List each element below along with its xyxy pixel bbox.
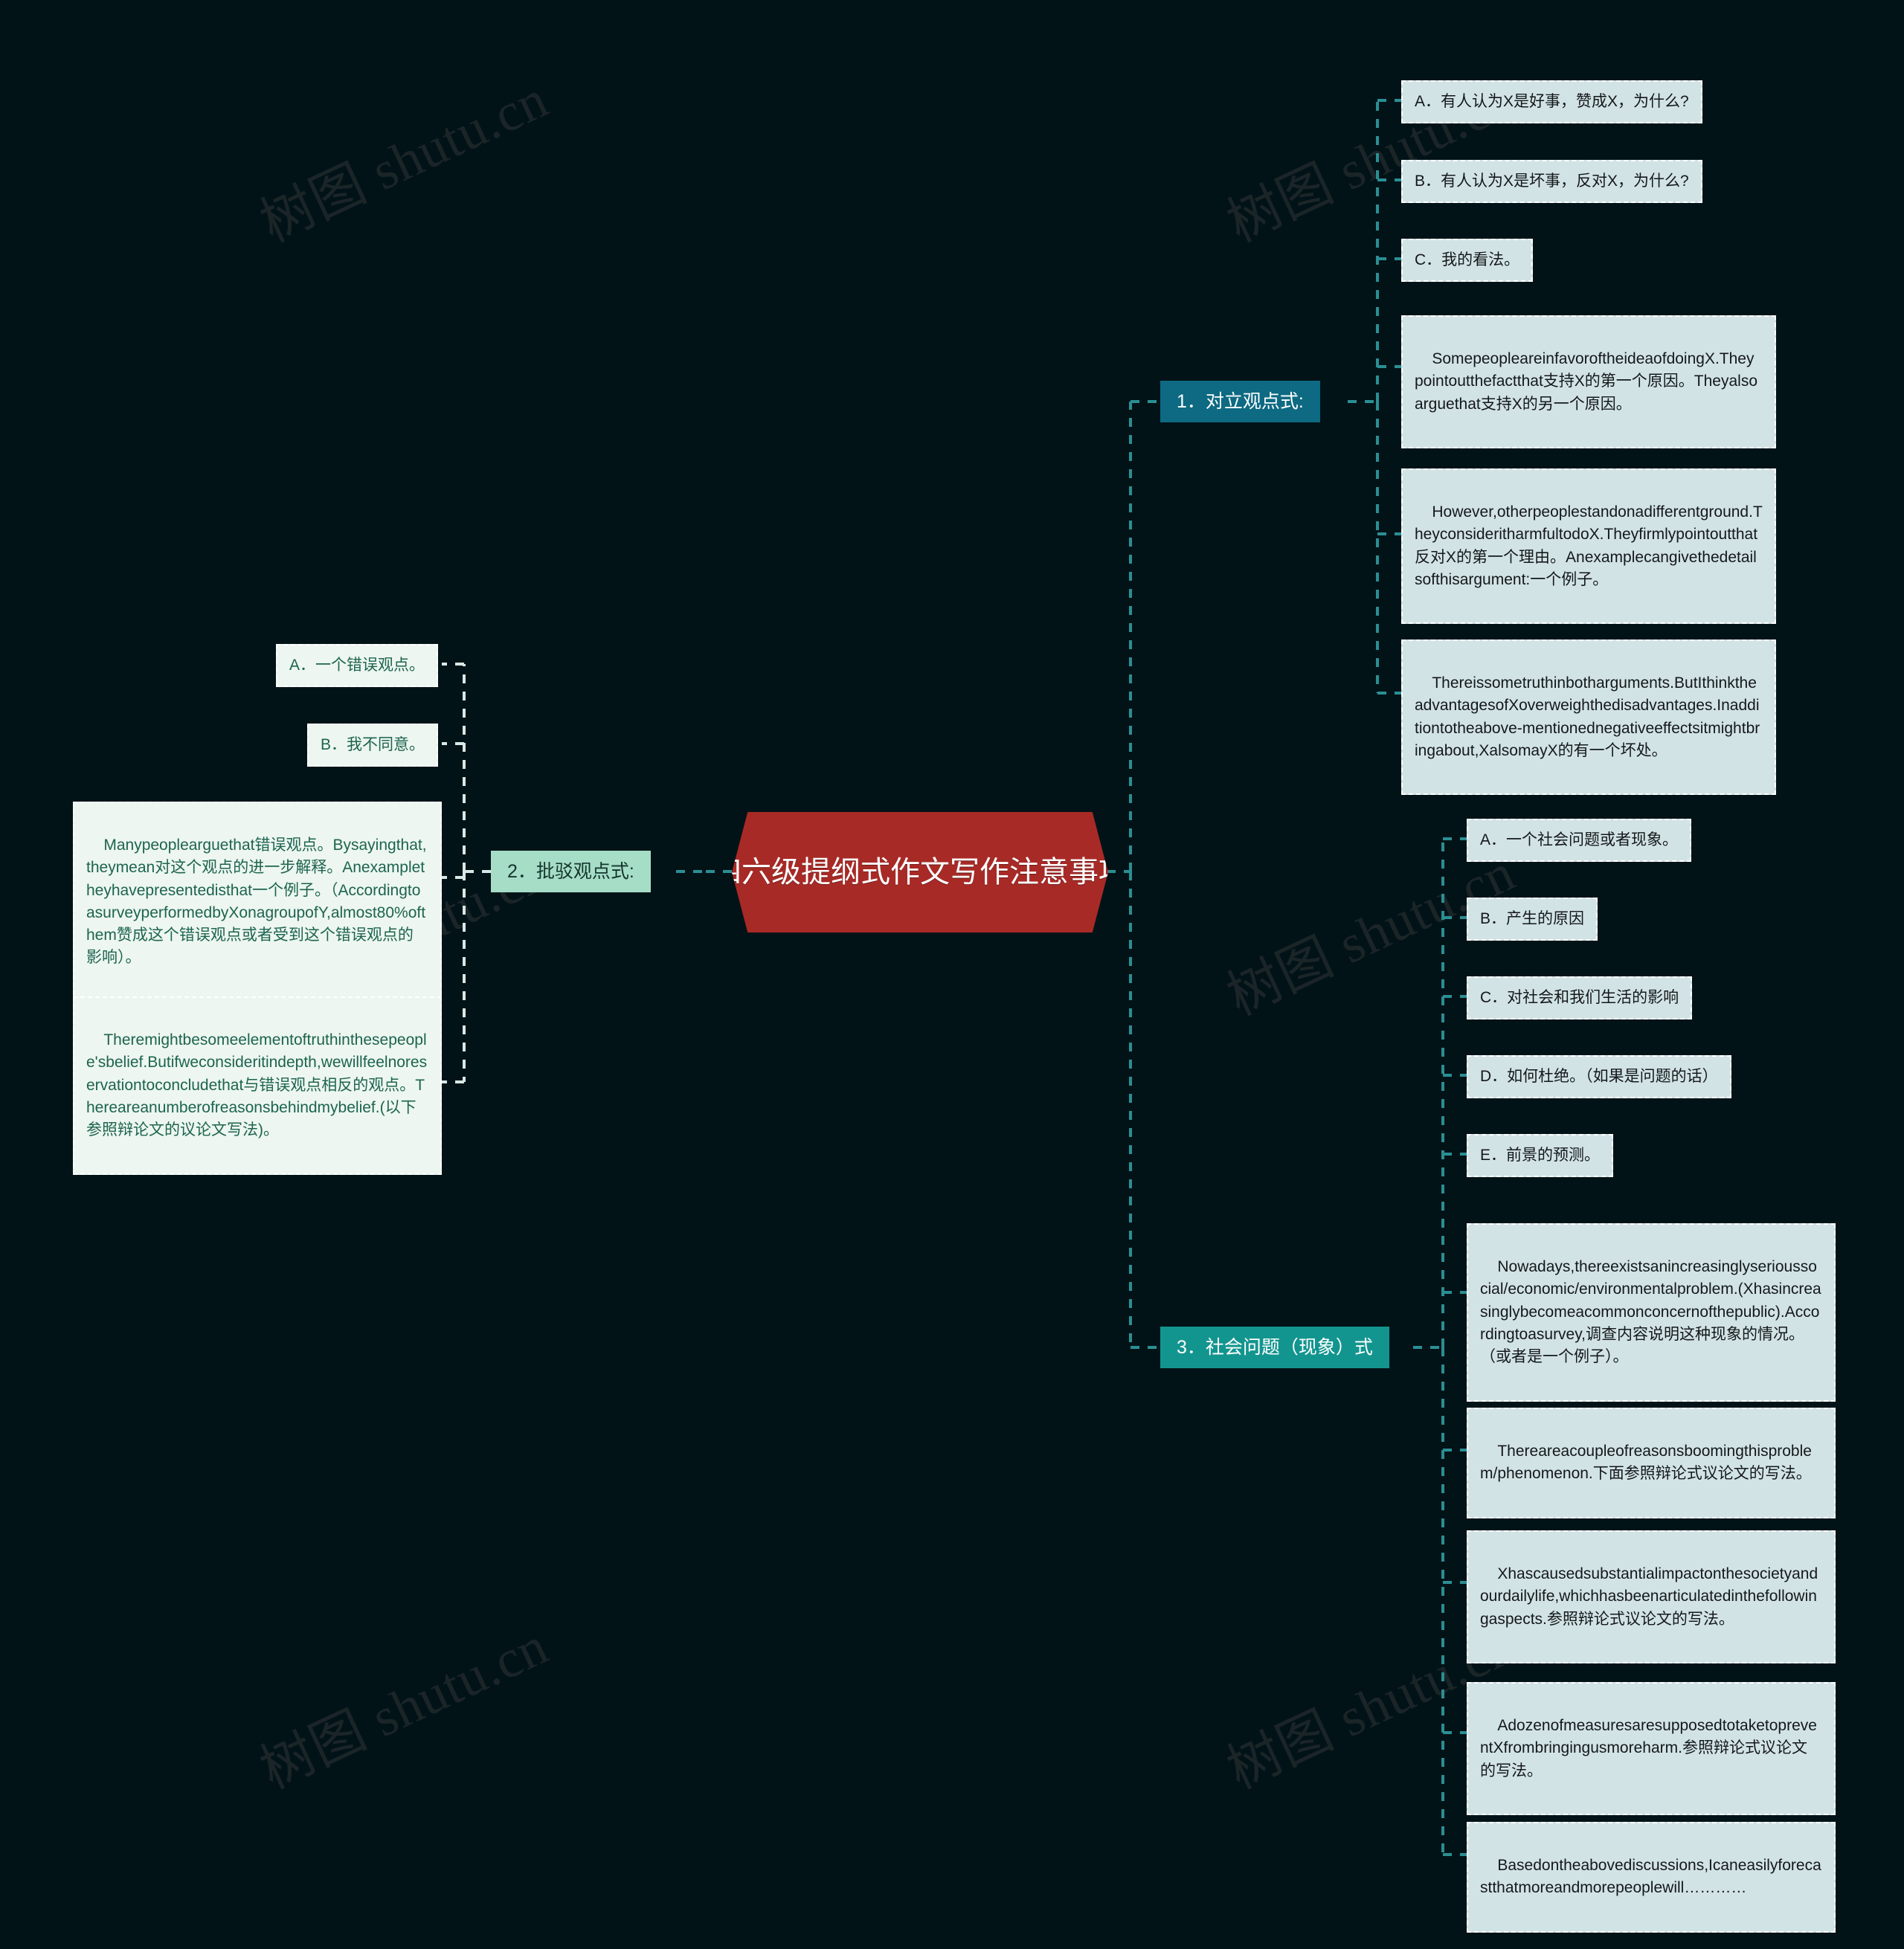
leaf-node-b3-b[interactable]: B．产生的原因 [1467,898,1598,941]
leaf-node-b3-e[interactable]: E．前景的预测。 [1467,1134,1614,1178]
root-node-label: 四六级提纲式作文写作注意事项 [712,855,1128,889]
leaf-node-b2-a[interactable]: A．一个错误观点。 [275,644,438,688]
leaf-label: Xhascausedsubstantialimpactonthesocietya… [1480,1565,1818,1628]
leaf-node-b1-e[interactable]: However,otherpeoplestandonadifferentgrou… [1401,468,1776,625]
branch-node-1-label: 1．对立观点式: [1177,391,1304,412]
leaf-node-b3-d[interactable]: D．如何杜绝。（如果是问题的话） [1467,1055,1731,1099]
leaf-node-b1-f[interactable]: Thereissometruthinbotharguments.ButIthin… [1401,640,1776,796]
leaf-label: Theremightbesomeelementoftruthinthesepeo… [86,1031,428,1139]
leaf-label: A．有人认为X是好事，赞成X，为什么? [1415,93,1689,110]
leaf-label: E．前景的预测。 [1480,1147,1601,1164]
branch-node-3-label: 3．社会问题（现象）式 [1177,1337,1373,1358]
leaf-label: However,otherpeoplestandonadifferentgrou… [1415,503,1763,588]
watermark: 树图 shutu.cn [251,1615,557,1800]
leaf-node-b1-a[interactable]: A．有人认为X是好事，赞成X，为什么? [1401,80,1702,124]
leaf-label: A．一个社会问题或者现象。 [1480,831,1679,848]
mindmap-canvas: 树图 shutu.cn 树图 shutu.cn 树图 shutu.cn 树图 s… [0,0,1904,1949]
leaf-node-b1-d[interactable]: SomepeopleareinfavoroftheideaofdoingX.Th… [1401,315,1776,449]
leaf-label: D．如何杜绝。（如果是问题的话） [1480,1068,1718,1085]
leaf-label: Thereissometruthinbotharguments.ButIthin… [1415,674,1760,759]
leaf-node-b2-d[interactable]: Theremightbesomeelementoftruthinthesepeo… [73,996,442,1175]
root-node[interactable]: 四六级提纲式作文写作注意事项 [732,812,1108,932]
watermark: 树图 shutu.cn [251,68,557,254]
branch-node-2[interactable]: 2．批驳观点式: [491,851,651,892]
leaf-label: B．我不同意。 [320,736,425,753]
leaf-node-b1-b[interactable]: B．有人认为X是坏事，反对X，为什么? [1401,160,1702,204]
leaf-label: SomepeopleareinfavoroftheideaofdoingX.Th… [1415,350,1758,413]
branch-node-1[interactable]: 1．对立观点式: [1160,381,1320,422]
leaf-label: B．产生的原因 [1480,910,1585,927]
leaf-node-b3-g[interactable]: Thereareacoupleofreasonsboomingthisprobl… [1467,1408,1836,1518]
leaf-label: A．一个错误观点。 [289,657,425,674]
leaf-label: C．我的看法。 [1415,251,1520,268]
leaf-node-b3-j[interactable]: Basedontheabovediscussions,Icaneasilyfor… [1467,1822,1836,1933]
branch-node-3[interactable]: 3．社会问题（现象）式 [1160,1327,1389,1368]
leaf-label: Nowadays,thereexistsanincreasinglyseriou… [1480,1258,1821,1366]
leaf-node-b3-a[interactable]: A．一个社会问题或者现象。 [1467,819,1692,863]
leaf-node-b3-h[interactable]: Xhascausedsubstantialimpactonthesocietya… [1467,1530,1836,1664]
leaf-node-b2-b[interactable]: B．我不同意。 [306,724,438,767]
leaf-label: Manypeoplearguethat错误观点。Bysayingthat,the… [86,837,427,967]
leaf-label: C．对社会和我们生活的影响 [1480,989,1679,1006]
leaf-node-b3-f[interactable]: Nowadays,thereexistsanincreasinglyseriou… [1467,1223,1836,1402]
leaf-node-b2-c[interactable]: Manypeoplearguethat错误观点。Bysayingthat,the… [73,802,442,1002]
leaf-label: B．有人认为X是坏事，反对X，为什么? [1415,173,1689,190]
leaf-node-b3-i[interactable]: Adozenofmeasuresaresupposedtotaketopreve… [1467,1682,1836,1816]
branch-node-2-label: 2．批驳观点式: [507,861,634,882]
leaf-label: Thereareacoupleofreasonsboomingthisprobl… [1480,1443,1812,1483]
leaf-node-b1-c[interactable]: C．我的看法。 [1401,239,1534,283]
leaf-label: Adozenofmeasuresaresupposedtotaketopreve… [1480,1717,1817,1779]
leaf-label: Basedontheabovediscussions,Icaneasilyfor… [1480,1857,1821,1897]
leaf-node-b3-c[interactable]: C．对社会和我们生活的影响 [1467,976,1693,1020]
